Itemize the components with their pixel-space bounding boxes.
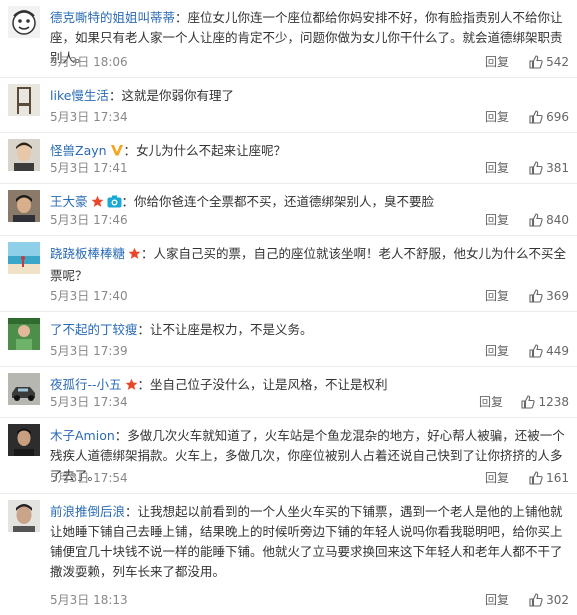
comment-meta: 5月3日 17:40 回复 369 [50,287,569,305]
avatar[interactable] [8,500,40,532]
timestamp: 5月3日 17:40 [50,289,128,303]
thumbs-up-icon [529,161,543,175]
comment-meta: 5月3日 17:46 回复 840 [50,211,569,229]
thumbs-up-icon [529,213,543,227]
username-link[interactable]: 了不起的丁较瘦 [50,322,138,337]
like-button[interactable]: 369 [529,287,569,305]
like-count: 369 [546,289,569,303]
reply-button[interactable]: 回复 [485,342,509,360]
comment-body: like慢生活：这就是你弱你有理了 [50,88,234,103]
timestamp: 5月3日 17:34 [50,395,128,409]
avatar[interactable] [8,318,40,350]
username-link[interactable]: 怪兽Zayn [50,143,107,158]
comment-item: 前浪推倒后浪：让我想起以前看到的一个人坐火车买的下铺票，遇到一个老人是他的上铺他… [0,494,577,615]
thumbs-up-icon [529,289,543,303]
timestamp: 5月3日 18:13 [50,593,128,607]
username-link[interactable]: like慢生活 [50,88,109,103]
timestamp: 5月3日 17:34 [50,110,128,124]
like-count: 696 [546,110,569,124]
username-link[interactable]: 跷跷板棒棒糖 [50,246,125,261]
thumbs-up-icon [529,110,543,124]
comment-meta: 5月3日 18:13 回复 302 [50,591,569,609]
like-count: 161 [546,471,569,485]
thumbs-up-icon [529,471,543,485]
like-button[interactable]: 381 [529,159,569,177]
comment-meta: 5月3日 17:34 回复 696 [50,108,569,126]
thumbs-up-icon [529,55,543,69]
timestamp: 5月3日 17:46 [50,213,128,227]
comment-text: 让不让座是权力，不是义务。 [150,322,313,337]
like-count: 302 [546,593,569,607]
comment-meta: 5月3日 17:34 回复 1238 [50,393,569,411]
comment-text: 坐自己位子没什么，让是风格，不让是权利 [150,377,388,392]
username-link[interactable]: 王大豪 [50,194,88,209]
reply-button[interactable]: 回复 [485,287,509,305]
avatar[interactable] [8,190,40,222]
username-link[interactable]: 夜孤行--小五 [50,377,122,392]
comment-item: 木子Amion：多做几次火车就知道了，火车站是个鱼龙混杂的地方，好心帮人被骗，还… [0,418,577,494]
comment-meta: 5月3日 17:41 回复 381 [50,159,569,177]
reply-button[interactable]: 回复 [485,591,509,609]
comment-body: 跷跷板棒棒糖 ：人家自己买的票，自己的座位就该坐啊！老人不舒服，他女儿为什么不买全… [50,246,567,283]
comment-body: 了不起的丁较瘦：让不让座是权力，不是义务。 [50,322,313,337]
like-button[interactable]: 161 [529,469,569,487]
comment-text: 你给你爸连个全票都不买，还道德绑架别人，臭不要脸 [134,194,435,209]
comment-item: 怪兽Zayn ：女儿为什么不起来让座呢？ 5月3日 17:41 回复 381 [0,133,577,184]
thumbs-up-icon [529,593,543,607]
like-button[interactable]: 1238 [521,393,569,411]
comment-item: 了不起的丁较瘦：让不让座是权力，不是义务。 5月3日 17:39 回复 449 [0,312,577,367]
reply-button[interactable]: 回复 [485,159,509,177]
like-button[interactable]: 542 [529,53,569,71]
like-count: 840 [546,213,569,227]
avatar[interactable] [8,84,40,116]
avatar[interactable] [8,139,40,171]
comment-item: like慢生活：这就是你弱你有理了 5月3日 17:34 回复 696 [0,78,577,133]
username-link[interactable]: 木子Amion [50,428,115,443]
comment-body: 前浪推倒后浪：让我想起以前看到的一个人坐火车买的下铺票，遇到一个老人是他的上铺他… [50,504,563,579]
like-count: 542 [546,55,569,69]
comment-item: 德克嘶特的姐姐叫蒂蒂：座位女儿你连一个座位都给你妈安排不好，你有脸指责别人不给你… [0,0,577,78]
comment-meta: 5月3日 17:54 回复 161 [50,469,569,487]
like-count: 381 [546,161,569,175]
username-link[interactable]: 前浪推倒后浪 [50,504,125,519]
thumbs-up-icon [521,395,536,409]
comment-list: 德克嘶特的姐姐叫蒂蒂：座位女儿你连一个座位都给你妈安排不好，你有脸指责别人不给你… [0,0,577,615]
username-link[interactable]: 德克嘶特的姐姐叫蒂蒂 [50,10,175,25]
comment-meta: 5月3日 18:06 回复 542 [50,53,569,71]
reply-button[interactable]: 回复 [485,53,509,71]
comment-text: 女儿为什么不起来让座呢？ [136,143,287,158]
comment-item: 夜孤行--小五 ：坐自己位子没什么，让是风格，不让是权利 5月3日 17:34 回… [0,367,577,418]
comment-text: 这就是你弱你有理了 [121,88,234,103]
avatar[interactable] [8,6,40,38]
like-count: 449 [546,344,569,358]
thumbs-up-icon [529,344,543,358]
timestamp: 5月3日 17:39 [50,344,128,358]
like-button[interactable]: 696 [529,108,569,126]
like-count: 1238 [538,395,569,409]
like-button[interactable]: 302 [529,591,569,609]
timestamp: 5月3日 17:41 [50,161,128,175]
reply-button[interactable]: 回复 [485,108,509,126]
avatar[interactable] [8,373,40,405]
timestamp: 5月3日 18:06 [50,55,128,69]
avatar[interactable] [8,424,40,456]
timestamp: 5月3日 17:54 [50,471,128,485]
comment-meta: 5月3日 17:39 回复 449 [50,342,569,360]
red-star-icon [128,246,141,266]
reply-button[interactable]: 回复 [485,211,509,229]
like-button[interactable]: 840 [529,211,569,229]
reply-button[interactable]: 回复 [479,393,503,411]
avatar[interactable] [8,242,40,274]
comment-item: 跷跷板棒棒糖 ：人家自己买的票，自己的座位就该坐啊！老人不舒服，他女儿为什么不买全… [0,236,577,312]
comment-item: 王大豪 ：你给你爸连个全票都不买，还道德绑架别人，臭不要脸 5月3日 17:46 … [0,184,577,236]
like-button[interactable]: 449 [529,342,569,360]
reply-button[interactable]: 回复 [485,469,509,487]
